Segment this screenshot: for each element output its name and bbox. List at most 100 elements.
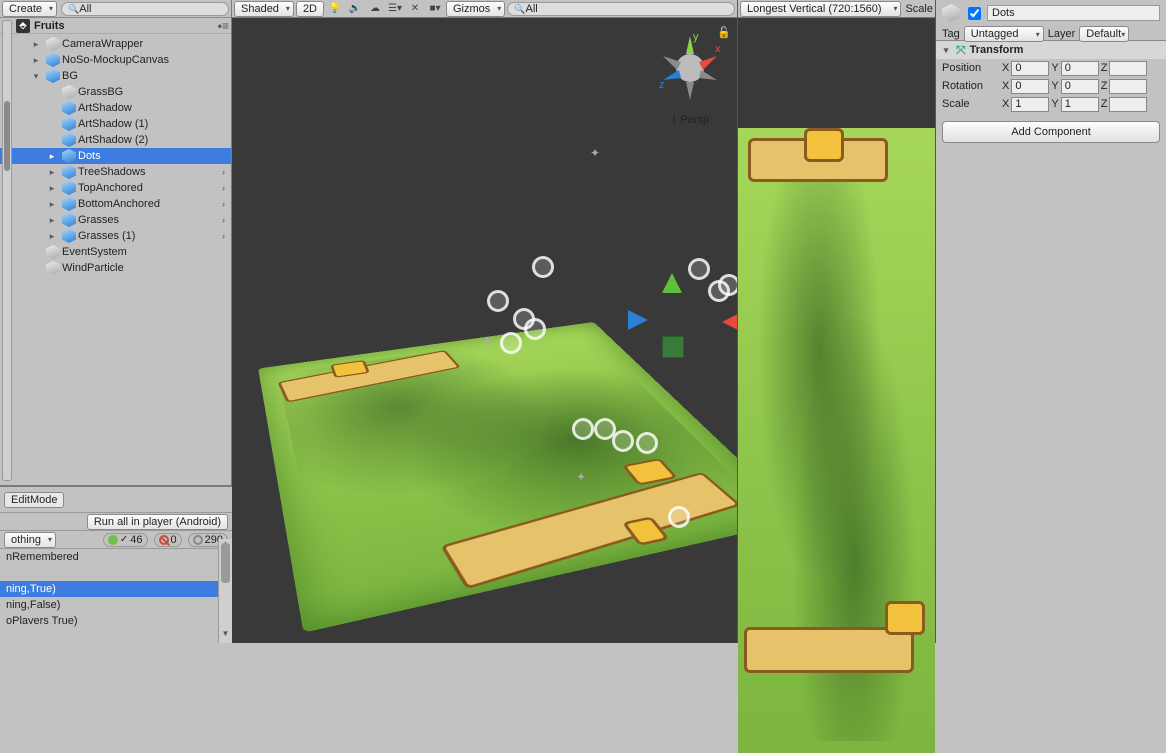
gizmos-dropdown[interactable]: Gizmos — [446, 1, 505, 17]
item-label: TopAnchored — [78, 182, 143, 194]
foldout-icon[interactable]: ▸ — [46, 199, 58, 210]
fail-badge[interactable]: 0 — [154, 533, 182, 547]
light-icon[interactable]: 💡 — [326, 2, 344, 16]
z-field[interactable] — [1109, 61, 1147, 76]
hierarchy-item[interactable]: ArtShadow (1) — [0, 116, 231, 132]
editmode-tab[interactable]: EditMode — [4, 492, 64, 508]
transform-rotation: RotationXYZ — [936, 77, 1166, 95]
foldout-icon[interactable]: ▸ — [46, 151, 58, 162]
handle-x[interactable] — [722, 312, 737, 332]
scene-viewport[interactable]: 🔓 y x z ⟨Persp — [232, 18, 737, 643]
hierarchy-item[interactable]: ▸Grasses› — [0, 212, 231, 228]
chevron-right-icon: › — [222, 167, 225, 177]
hierarchy-tree[interactable]: ▸ CameraWrapper ▸NoSo-MockupCanvas▾BGGrass… — [0, 34, 231, 485]
camera-icon[interactable]: ■▾ — [426, 2, 444, 16]
field-label: Position — [942, 62, 998, 74]
dot — [718, 274, 737, 296]
fx-icon[interactable]: ☁ — [366, 2, 384, 16]
test-scrollbar[interactable]: ▲ ▼ — [218, 539, 232, 643]
grid-icon[interactable]: ☰▾ — [386, 2, 404, 16]
dot — [668, 506, 690, 528]
foldout-icon[interactable]: ▸ — [46, 215, 58, 226]
hierarchy-item[interactable]: ArtShadow (2) — [0, 132, 231, 148]
hierarchy-item[interactable]: ▸Dots — [0, 148, 231, 164]
x-field[interactable] — [1011, 79, 1049, 94]
filter-dropdown[interactable]: othing — [4, 532, 56, 548]
shading-dropdown[interactable]: Shaded — [234, 1, 294, 17]
z-field[interactable] — [1109, 97, 1147, 112]
aspect-dropdown[interactable]: Longest Vertical (720:1560) — [740, 1, 901, 17]
active-checkbox[interactable] — [968, 7, 981, 20]
test-row[interactable]: oPlavers True) — [0, 613, 232, 629]
scene-options-icon[interactable]: •≡ — [218, 19, 229, 33]
anchor-marker: ✦ — [576, 470, 586, 484]
hierarchy-item[interactable]: ▸Grasses (1)› — [0, 228, 231, 244]
hierarchy-item[interactable]: ▸BottomAnchored› — [0, 196, 231, 212]
z-field[interactable] — [1109, 79, 1147, 94]
chevron-right-icon: › — [222, 231, 225, 241]
item-label: CameraWrapper — [62, 38, 143, 50]
hierarchy-item[interactable]: ▸ TreeShadows › — [0, 164, 231, 180]
handle-z[interactable] — [628, 310, 648, 330]
x-field[interactable] — [1011, 97, 1049, 112]
foldout-icon[interactable]: ▸ — [46, 167, 58, 178]
layer-label: Layer — [1048, 28, 1076, 40]
hierarchy-item[interactable]: WindParticle — [0, 260, 231, 276]
y-field[interactable] — [1061, 61, 1099, 76]
scroll-down-icon[interactable]: ▼ — [219, 629, 232, 643]
handle-y[interactable] — [662, 273, 682, 293]
tag-dropdown[interactable]: Untagged — [964, 26, 1044, 42]
hierarchy-item[interactable]: ▸ CameraWrapper — [0, 36, 231, 52]
foldout-icon[interactable]: ▸ — [30, 39, 42, 50]
add-component-button[interactable]: Add Component — [942, 121, 1160, 143]
2d-toggle[interactable]: 2D — [296, 1, 324, 17]
scene-search[interactable]: 🔍All — [507, 2, 735, 16]
transform-header[interactable]: ▾ ⤧ Transform — [936, 41, 1166, 59]
hierarchy-item[interactable]: ▸ TopAnchored › — [0, 180, 231, 196]
audio-icon[interactable]: 🔊 — [346, 2, 364, 16]
gameobject-icon — [62, 85, 76, 99]
hierarchy-item[interactable]: EventSystem — [0, 244, 231, 260]
test-row[interactable]: nRemembered — [0, 549, 232, 565]
foldout-icon[interactable]: ▾ — [30, 71, 42, 82]
item-label: TreeShadows — [78, 166, 145, 178]
hierarchy-item[interactable]: ▾BG — [0, 68, 231, 84]
hierarchy-item[interactable]: ArtShadow — [0, 100, 231, 116]
scale-label: Scale — [905, 3, 933, 15]
hierarchy-item[interactable]: GrassBG — [0, 84, 231, 100]
item-label: ArtShadow (1) — [78, 118, 148, 130]
tool-icon[interactable]: ✕ — [406, 2, 424, 16]
foldout-icon[interactable]: ▸ — [30, 55, 42, 66]
gameobject-icon[interactable] — [942, 4, 960, 22]
y-field[interactable] — [1061, 97, 1099, 112]
perspective-label[interactable]: ⟨Persp — [672, 113, 709, 126]
scrollbar-thumb[interactable] — [221, 543, 230, 583]
game-viewport[interactable] — [738, 18, 935, 643]
layer-dropdown[interactable]: Default — [1079, 26, 1129, 42]
test-row[interactable] — [0, 565, 232, 581]
foldout-icon[interactable]: ▸ — [46, 183, 58, 194]
gameobject-icon — [62, 101, 76, 115]
run-all-button[interactable]: Run all in player (Android) — [87, 514, 228, 530]
scene-header[interactable]: ▾ ⬘ Fruits •≡ — [0, 18, 231, 34]
orientation-gizmo[interactable]: y x z — [655, 28, 725, 108]
y-field[interactable] — [1061, 79, 1099, 94]
x-field[interactable] — [1011, 61, 1049, 76]
handle-center[interactable] — [662, 336, 684, 358]
foldout-icon[interactable]: ▾ — [940, 45, 952, 56]
hierarchy-scrollbar[interactable] — [2, 20, 12, 481]
hierarchy-item[interactable]: ▸NoSo-MockupCanvas — [0, 52, 231, 68]
test-row[interactable]: ning,True) — [0, 581, 232, 597]
test-row[interactable]: ning,False) — [0, 597, 232, 613]
scrollbar-thumb[interactable] — [4, 101, 10, 171]
name-field[interactable] — [987, 5, 1160, 21]
foldout-icon[interactable]: ▸ — [46, 231, 58, 242]
game-chest-bottom — [885, 601, 925, 635]
gameobject-icon — [62, 133, 76, 147]
chevron-right-icon: › — [222, 183, 225, 193]
scene-name: Fruits — [34, 20, 65, 32]
pass-badge[interactable]: ✓46 — [103, 533, 148, 547]
hierarchy-search[interactable]: 🔍All — [61, 2, 229, 16]
create-button[interactable]: Create — [2, 1, 57, 17]
transform-icon: ⤧ — [956, 43, 966, 58]
